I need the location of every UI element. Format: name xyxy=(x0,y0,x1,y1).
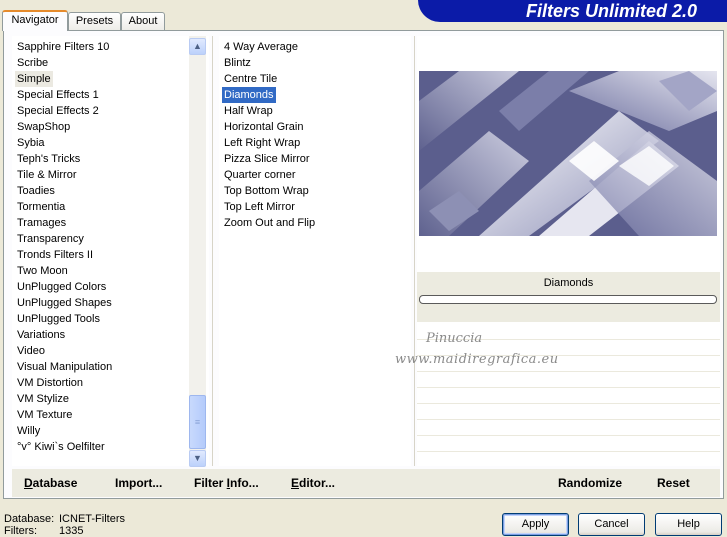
category-list-item[interactable]: Variations xyxy=(15,327,67,343)
category-list-item[interactable]: Willy xyxy=(15,423,42,439)
cancel-button[interactable]: Cancel xyxy=(578,513,645,536)
filter-list-item[interactable]: Pizza Slice Mirror xyxy=(222,151,312,167)
category-list-item[interactable]: VM Stylize xyxy=(15,391,71,407)
category-list-item[interactable]: Sybia xyxy=(15,135,47,151)
category-scrollbar[interactable]: ▲ ≡ ▼ xyxy=(189,36,206,467)
category-list-item[interactable]: UnPlugged Shapes xyxy=(15,295,114,311)
category-list-item[interactable]: Sapphire Filters 10 xyxy=(15,39,111,55)
filter-list-item[interactable]: Centre Tile xyxy=(222,71,279,87)
parameter-row xyxy=(417,388,720,404)
category-list-item[interactable]: °v° Kiwi`s Oelfilter xyxy=(15,439,107,455)
toolbar: Database Import... Filter Info... Editor… xyxy=(12,469,720,497)
status-database-label: Database: xyxy=(4,513,55,525)
divider xyxy=(414,36,415,466)
category-list-item[interactable]: VM Distortion xyxy=(15,375,85,391)
category-list-item[interactable]: Visual Manipulation xyxy=(15,359,114,375)
divider xyxy=(212,36,213,466)
parameter-row xyxy=(417,420,720,436)
reset-button[interactable]: Reset xyxy=(657,476,690,490)
filter-preview-image xyxy=(419,71,717,236)
filter-info-label-post: nfo... xyxy=(230,476,259,490)
category-list-item[interactable]: Scribe xyxy=(15,55,50,71)
chevron-down-icon[interactable]: ▼ xyxy=(189,450,206,467)
parameter-row xyxy=(417,404,720,420)
status-database: Database: ICNET-Filters xyxy=(4,513,125,525)
category-list-item[interactable]: Tormentia xyxy=(15,199,67,215)
app-banner: Filters Unlimited 2.0 xyxy=(418,0,727,22)
parameter-slider[interactable] xyxy=(419,295,717,304)
chevron-up-icon[interactable]: ▲ xyxy=(189,38,206,55)
tab-about[interactable]: About xyxy=(121,12,165,31)
import-button[interactable]: Import... xyxy=(115,476,162,490)
diamonds-pattern xyxy=(419,71,717,236)
apply-button[interactable]: Apply xyxy=(502,513,569,536)
status-database-value: ICNET-Filters xyxy=(59,513,125,525)
category-list-item[interactable]: Simple xyxy=(15,71,53,87)
category-list-item[interactable]: Tile & Mirror xyxy=(15,167,78,183)
filter-list-item[interactable]: Diamonds xyxy=(222,87,276,103)
filter-info-label-pre: Filter xyxy=(194,476,227,490)
filter-info-button[interactable]: Filter Info... xyxy=(194,476,259,490)
filter-list-item[interactable]: Quarter corner xyxy=(222,167,298,183)
tab-navigator[interactable]: Navigator xyxy=(2,10,68,31)
category-list-item[interactable]: Tramages xyxy=(15,215,68,231)
import-label-post: ... xyxy=(152,476,163,490)
category-list-item[interactable]: Teph's Tricks xyxy=(15,151,82,167)
category-list-item[interactable]: Video xyxy=(15,343,47,359)
category-list-item[interactable]: Two Moon xyxy=(15,263,70,279)
status-filters-label: Filters: xyxy=(4,525,37,537)
category-list-item[interactable]: Special Effects 2 xyxy=(15,103,101,119)
import-label-pre: Import xyxy=(115,476,153,490)
category-list-item[interactable]: UnPlugged Tools xyxy=(15,311,102,327)
category-list-item[interactable]: UnPlugged Colors xyxy=(15,279,108,295)
app-title: Filters Unlimited 2.0 xyxy=(525,1,697,21)
filter-list-item[interactable]: Zoom Out and Flip xyxy=(222,215,317,231)
editor-label-key: E xyxy=(291,476,300,490)
scrollbar-thumb[interactable]: ≡ xyxy=(189,395,206,449)
selected-filter-name: Diamonds xyxy=(543,277,594,289)
filter-list-item[interactable]: 4 Way Average xyxy=(222,39,300,55)
category-list-item[interactable]: SwapShop xyxy=(15,119,72,135)
parameter-row xyxy=(417,436,720,452)
filter-list-item[interactable]: Top Bottom Wrap xyxy=(222,183,311,199)
filter-list-item[interactable]: Blintz xyxy=(222,55,253,71)
tab-presets[interactable]: Presets xyxy=(68,12,121,31)
database-label-post: atabase xyxy=(32,476,78,490)
filter-list-item[interactable]: Left Right Wrap xyxy=(222,135,302,151)
database-button[interactable]: Database xyxy=(24,476,77,490)
navigator-panel: Sapphire Filters 10 Scribe Simple Special E… xyxy=(3,30,724,499)
watermark-url: www.maidiregrafica.eu xyxy=(395,352,559,367)
filter-list[interactable]: 4 Way Average Blintz Centre Tile Diamonds Ha… xyxy=(219,36,411,466)
category-list-item[interactable]: Tronds Filters II xyxy=(15,247,95,263)
status-filters-value: 1335 xyxy=(59,525,84,537)
randomize-button[interactable]: Randomize xyxy=(558,476,622,490)
status-filters: Filters: 1335 xyxy=(4,525,83,537)
preview-area: Diamonds xyxy=(417,36,720,466)
filter-name-bar: Diamonds xyxy=(417,272,720,322)
editor-button[interactable]: Editor... xyxy=(291,476,335,490)
editor-label-post: ditor... xyxy=(299,476,336,490)
grip-icon: ≡ xyxy=(194,417,201,427)
filter-list-item[interactable]: Top Left Mirror xyxy=(222,199,297,215)
category-list-item[interactable]: Transparency xyxy=(15,231,86,247)
help-button[interactable]: Help xyxy=(655,513,722,536)
category-list-item[interactable]: Special Effects 1 xyxy=(15,87,101,103)
parameter-row xyxy=(417,372,720,388)
watermark-name: Pinuccia xyxy=(426,331,483,346)
category-list[interactable]: Sapphire Filters 10 Scribe Simple Special E… xyxy=(12,36,209,466)
filter-list-item[interactable]: Horizontal Grain xyxy=(222,119,305,135)
category-list-item[interactable]: Toadies xyxy=(15,183,57,199)
category-list-item[interactable]: VM Texture xyxy=(15,407,74,423)
filter-list-item[interactable]: Half Wrap xyxy=(222,103,275,119)
database-label-key: D xyxy=(24,476,33,490)
